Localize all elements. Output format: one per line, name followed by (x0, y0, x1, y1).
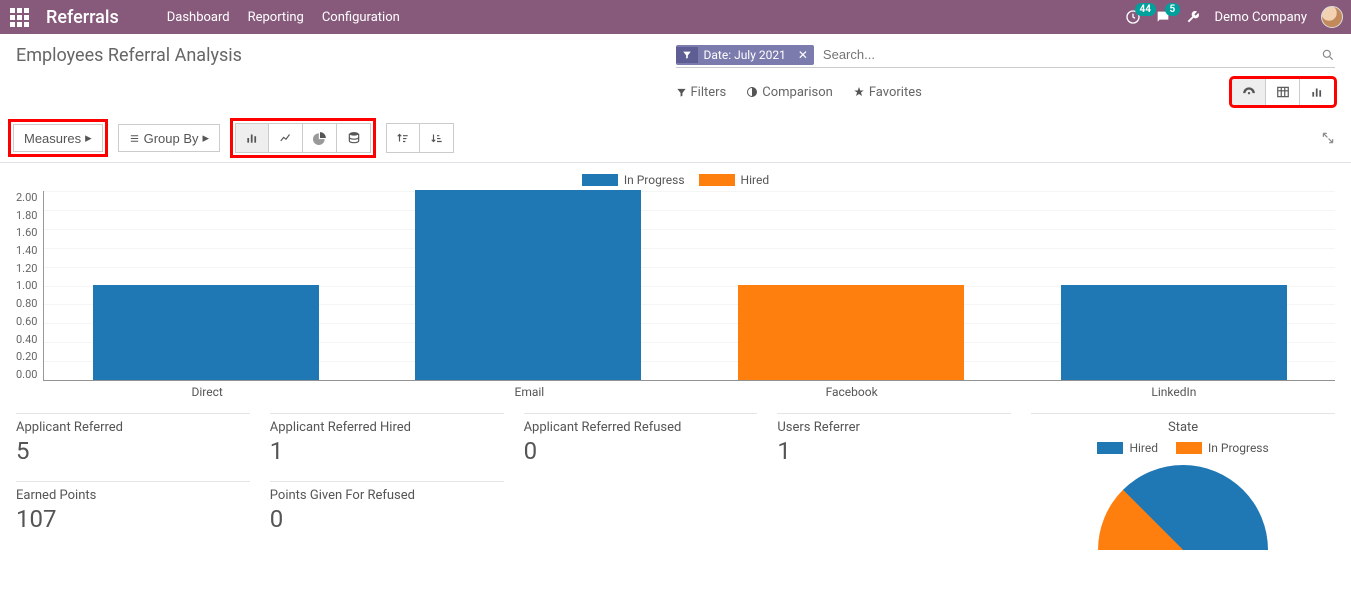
messages-badge: 5 (1165, 3, 1181, 16)
groupby-button[interactable]: Group By ▸ (118, 124, 220, 152)
line-chart-icon (279, 131, 293, 145)
groupby-group: Group By ▸ (118, 124, 220, 152)
nav-dashboard[interactable]: Dashboard (167, 10, 230, 25)
legend-item[interactable]: In Progress (582, 173, 685, 187)
bar-chart: 2.001.801.601.401.201.000.800.600.400.20… (16, 191, 1335, 381)
bar-group (690, 191, 1013, 380)
search-input[interactable] (820, 44, 1321, 65)
facet-remove[interactable]: ✕ (792, 45, 814, 65)
y-axis: 2.001.801.601.401.201.000.800.600.400.20… (16, 191, 43, 381)
kpi-earned-points: Earned Points 107 (16, 481, 250, 533)
contrast-icon (746, 86, 758, 98)
bar[interactable] (738, 285, 964, 380)
expand-button[interactable] (1321, 131, 1335, 145)
nav-left: Referrals Dashboard Reporting Configurat… (8, 6, 400, 29)
legend-item[interactable]: Hired (699, 173, 770, 187)
database-icon (347, 131, 361, 145)
wrench-icon (1185, 9, 1201, 25)
search-facet: Date: July 2021 ✕ (676, 45, 814, 65)
measures-group: Measures ▸ (10, 121, 106, 155)
nav-reporting[interactable]: Reporting (248, 10, 304, 25)
bar[interactable] (415, 190, 641, 380)
kpi-applicant-refused: Applicant Referred Refused 0 (524, 413, 758, 465)
sort-desc-button[interactable] (420, 123, 454, 153)
expand-icon (1321, 131, 1335, 145)
bar-group (1012, 191, 1335, 380)
gauge-icon (1242, 85, 1256, 99)
filter-icon (676, 87, 687, 98)
pivot-view-button[interactable] (1266, 79, 1300, 105)
bar-chart-panel: In Progress Hired 2.001.801.601.401.201.… (0, 163, 1351, 399)
activity-badge: 44 (1135, 3, 1156, 16)
filters-dropdown[interactable]: Filters (676, 78, 727, 106)
pie-chart (1098, 465, 1268, 550)
activity-button[interactable]: 44 (1125, 9, 1141, 25)
favorites-dropdown[interactable]: Favorites (853, 78, 922, 106)
control-panel: Employees Referral Analysis Date: July 2… (0, 34, 1351, 106)
bar-chart-icon (245, 131, 259, 145)
plot-area (43, 191, 1335, 381)
pie-chart-button[interactable] (303, 123, 337, 153)
pie-chart-icon (313, 131, 327, 145)
state-title: State (1031, 420, 1335, 435)
nav-menu: Dashboard Reporting Configuration (167, 10, 400, 25)
sort-asc-button[interactable] (386, 123, 420, 153)
kpi-applicant-referred: Applicant Referred 5 (16, 413, 250, 465)
legend-item[interactable]: In Progress (1176, 441, 1269, 455)
nav-right: 44 5 Demo Company (1125, 6, 1343, 28)
table-icon (1276, 85, 1290, 99)
line-chart-button[interactable] (269, 123, 303, 153)
graph-view-button[interactable] (1300, 79, 1334, 105)
bar-group (44, 191, 367, 380)
kpi-applicant-hired: Applicant Referred Hired 1 (270, 413, 504, 465)
dashboard-view-button[interactable] (1232, 79, 1266, 105)
kpi-row: Applicant Referred 5 Earned Points 107 A… (0, 399, 1351, 550)
comparison-dropdown[interactable]: Comparison (746, 78, 833, 106)
apps-icon[interactable] (8, 6, 32, 29)
pie-legend: Hired In Progress (1031, 441, 1335, 455)
stacked-button[interactable] (337, 123, 371, 153)
page-title: Employees Referral Analysis (16, 45, 676, 66)
caret-right-icon: ▸ (85, 130, 92, 146)
view-switcher (1231, 78, 1335, 106)
search-options: Filters Comparison Favorites (676, 78, 922, 106)
chart-type-group (232, 120, 374, 156)
bar-group (367, 191, 690, 380)
x-axis: DirectEmailFacebookLinkedIn (46, 381, 1335, 399)
sort-asc-icon (396, 131, 410, 145)
state-pie-card: State Hired In Progress (1031, 413, 1335, 550)
x-tick: LinkedIn (1013, 381, 1335, 399)
sort-desc-icon (430, 131, 444, 145)
measures-button[interactable]: Measures ▸ (13, 124, 103, 152)
bar[interactable] (1061, 285, 1287, 380)
company-switcher[interactable]: Demo Company (1215, 10, 1307, 25)
top-navbar: Referrals Dashboard Reporting Configurat… (0, 0, 1351, 34)
debug-button[interactable] (1185, 9, 1201, 25)
graph-toolbar: Measures ▸ Group By ▸ (0, 110, 1351, 163)
star-icon (853, 86, 865, 98)
bar-chart-icon (1310, 85, 1324, 99)
x-tick: Direct (46, 381, 368, 399)
brand-title[interactable]: Referrals (46, 7, 119, 28)
caret-right-icon: ▸ (203, 130, 210, 146)
user-avatar[interactable] (1321, 6, 1343, 28)
search-icon[interactable] (1321, 48, 1335, 62)
kpi-points-refused: Points Given For Refused 0 (270, 481, 504, 533)
chart-legend: In Progress Hired (16, 173, 1335, 187)
filter-icon (676, 47, 698, 63)
x-tick: Facebook (691, 381, 1013, 399)
search-bar[interactable]: Date: July 2021 ✕ (676, 42, 1336, 68)
nav-configuration[interactable]: Configuration (322, 10, 400, 25)
bar-chart-button[interactable] (235, 123, 269, 153)
sort-group (386, 123, 454, 153)
kpi-users-referrer: Users Referrer 1 (777, 413, 1011, 465)
legend-item[interactable]: Hired (1097, 441, 1158, 455)
x-tick: Email (368, 381, 690, 399)
messages-button[interactable]: 5 (1155, 9, 1171, 25)
bar[interactable] (93, 285, 319, 380)
list-icon (129, 133, 140, 144)
facet-label: Date: July 2021 (698, 45, 792, 65)
